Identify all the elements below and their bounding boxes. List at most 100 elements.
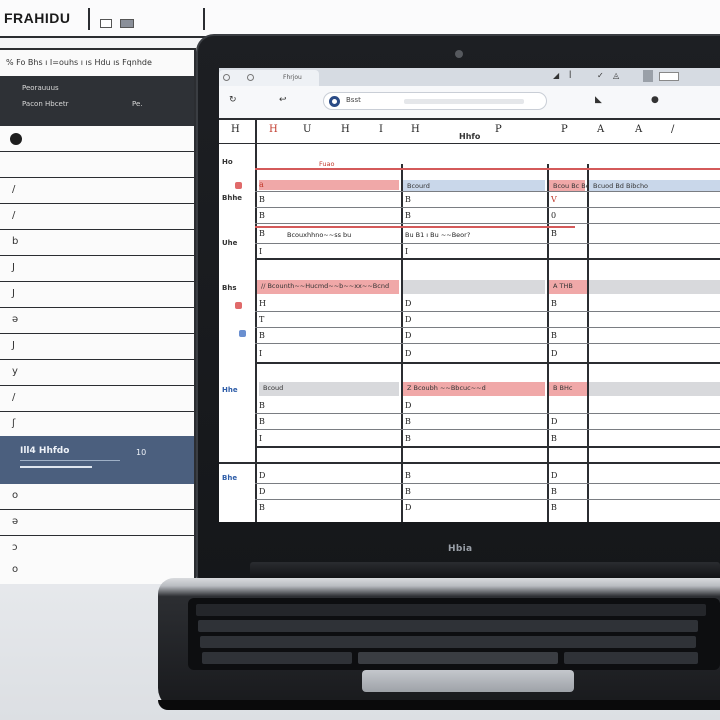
sidebar-item[interactable]: J — [0, 334, 194, 360]
profile-icon[interactable]: ● — [651, 95, 659, 105]
header-band[interactable]: B BHc — [549, 382, 587, 396]
table-row[interactable]: I I — [255, 244, 720, 260]
column-letter[interactable]: A — [597, 124, 604, 135]
tab-favicon-icon — [223, 74, 230, 81]
header-band[interactable]: A THB — [549, 280, 587, 294]
column-letter[interactable]: P — [561, 124, 568, 135]
table-cell: B — [259, 401, 265, 410]
app-brand: FRAHIDU — [4, 10, 71, 26]
tab-favicon-icon — [247, 74, 254, 81]
sidebar-item[interactable]: o — [0, 484, 194, 510]
sidebar-item[interactable]: ə — [0, 308, 194, 334]
sidebar-item-label: Ill4 Hhfdo — [20, 446, 70, 456]
sidebar-item[interactable]: / — [0, 178, 194, 204]
toolbar-icon[interactable]: ✓ — [597, 71, 604, 80]
column-letter[interactable]: P — [495, 124, 502, 135]
header-band — [589, 280, 720, 294]
sidebar-item[interactable]: ʃ — [0, 412, 194, 438]
table-row[interactable]: D B D — [255, 468, 720, 484]
sidebar-item[interactable]: / — [0, 204, 194, 230]
row-section-label: Ho — [222, 158, 233, 166]
extension-icon[interactable] — [643, 70, 653, 82]
sidebar-item-label: / — [12, 184, 16, 195]
table-row[interactable]: B D B — [255, 500, 720, 516]
column-letter[interactable]: I — [379, 124, 383, 135]
browser-tab[interactable]: Fhrjou — [219, 70, 319, 86]
table-row[interactable]: D B B — [255, 484, 720, 500]
table-cell: D — [405, 503, 412, 512]
tab-label: Fhrjou — [283, 74, 302, 81]
bullet-icon — [10, 133, 22, 145]
table-cell: D — [259, 471, 266, 480]
browser-tab-bar: Fhrjou ◢ ꟾ ✓ ◬ — [219, 68, 720, 86]
table-row[interactable]: T D — [255, 312, 720, 328]
column-letter[interactable]: A — [635, 124, 642, 135]
table-row[interactable]: B B V — [255, 192, 720, 208]
band-label: A THB — [553, 282, 573, 290]
window-control-icon[interactable] — [659, 72, 679, 81]
keyboard-row — [564, 652, 698, 664]
sidebar-item[interactable]: b — [0, 230, 194, 256]
toolbar-icon[interactable]: ꟾ — [569, 71, 571, 80]
window-control-icon[interactable] — [100, 19, 112, 28]
header-band[interactable]: Z Bcoubh ~~Bbcuc~~d — [403, 382, 545, 396]
table-row[interactable]: B D — [255, 398, 720, 414]
table-cell: D — [405, 331, 412, 340]
table-row[interactable]: B B 0 — [255, 208, 720, 224]
spacebar — [358, 652, 558, 664]
table-row[interactable]: I B B — [255, 430, 720, 448]
column-letter[interactable]: H — [341, 124, 350, 135]
sidebar-item[interactable]: y — [0, 360, 194, 386]
breadcrumb[interactable]: % Fo Bhs ı I=ouhs ı ıs Hdu ıs Fqnhde — [6, 58, 152, 67]
sidebar-header-label: Pe. — [132, 100, 143, 108]
sidebar-item-selected[interactable]: Ill4 Hhfdo 10 — [0, 436, 194, 484]
column-letter[interactable]: / — [671, 124, 674, 135]
table-cell: B — [405, 211, 411, 220]
table-cell: V — [551, 195, 557, 204]
omnibox[interactable]: Bsst — [323, 92, 547, 110]
sidebar-item[interactable] — [0, 126, 194, 152]
sidebar-item[interactable]: J — [0, 256, 194, 282]
sidebar-item[interactable]: J — [0, 282, 194, 308]
column-letter[interactable]: H — [269, 124, 278, 135]
keyboard-row — [202, 652, 352, 664]
band-label: Bcoud — [263, 384, 284, 392]
table-cell: B — [405, 417, 411, 426]
table-row[interactable]: B D B — [255, 328, 720, 344]
table-cell: D — [259, 487, 266, 496]
marker-icon — [239, 330, 246, 337]
table-row[interactable]: a — [255, 176, 720, 192]
toolbar-icon[interactable]: ◢ — [553, 71, 559, 80]
table-row[interactable]: I D D — [255, 344, 720, 364]
table-row[interactable]: B B D — [255, 414, 720, 430]
reload-icon[interactable]: ↻ — [229, 95, 237, 105]
sidebar-item-label: ɔ — [12, 542, 18, 553]
title-divider — [203, 8, 205, 30]
back-icon[interactable]: ↩ — [279, 95, 287, 105]
sidebar-item-label: y — [12, 366, 18, 377]
site-icon — [329, 96, 340, 107]
column-letter[interactable]: H — [231, 124, 240, 135]
row-section-label: Uhe — [222, 239, 238, 247]
table-cell: B — [551, 487, 557, 496]
header-band[interactable]: // Bcounth~~Hucmd~~b~~xx~~Bcnd — [257, 280, 399, 294]
table-cell: D — [551, 471, 558, 480]
sidebar-item[interactable]: ə — [0, 510, 194, 536]
window-control-icon[interactable] — [120, 19, 134, 28]
toolbar-icon[interactable]: ◬ — [613, 71, 619, 80]
sheet-title: Hhfo — [459, 132, 481, 141]
table-cell: T — [259, 315, 265, 324]
sidebar-header-label: Peorauuus — [22, 84, 59, 92]
touchpad — [362, 670, 574, 692]
sidebar-item[interactable]: / — [0, 386, 194, 412]
sheet-column-header: H H U H I H P P A A / Hhfo — [219, 120, 720, 144]
sidebar-input-row[interactable] — [0, 152, 194, 178]
sidebar-item-count: 10 — [136, 448, 147, 457]
table-cell: D — [405, 401, 412, 410]
table-row[interactable]: H D B — [255, 296, 720, 312]
column-letter[interactable]: H — [411, 124, 420, 135]
menu-icon[interactable]: ◣ — [595, 95, 602, 105]
column-letter[interactable]: U — [303, 124, 311, 135]
header-band[interactable]: Bcoud — [259, 382, 399, 396]
sidebar-item-label: ə — [12, 516, 19, 527]
